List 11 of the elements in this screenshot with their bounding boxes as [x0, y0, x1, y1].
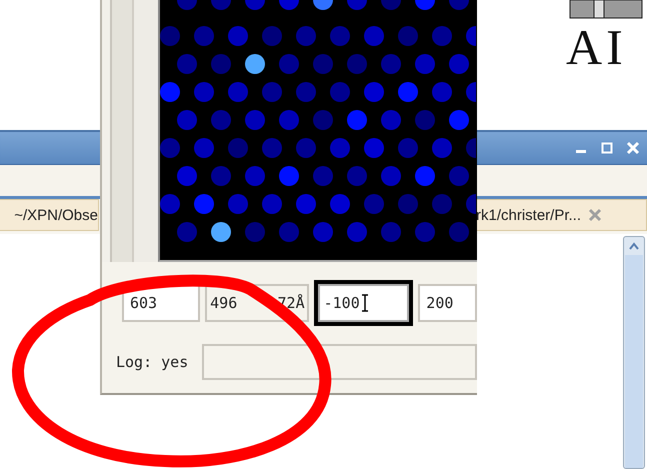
close-icon[interactable]	[587, 207, 604, 223]
logo-text: AI	[566, 20, 628, 74]
input-field[interactable]: -100	[314, 280, 414, 326]
scroll-thumb[interactable]	[625, 255, 643, 468]
maximize-icon[interactable]	[599, 140, 615, 156]
file-tab[interactable]: ~/XPN/Obse	[0, 199, 99, 231]
scrollbar[interactable]	[623, 236, 645, 469]
text-cursor-icon	[360, 294, 369, 312]
input-field[interactable]: 200	[418, 284, 477, 322]
log-label: Log: yes	[116, 353, 188, 371]
input-field[interactable]	[202, 344, 477, 380]
